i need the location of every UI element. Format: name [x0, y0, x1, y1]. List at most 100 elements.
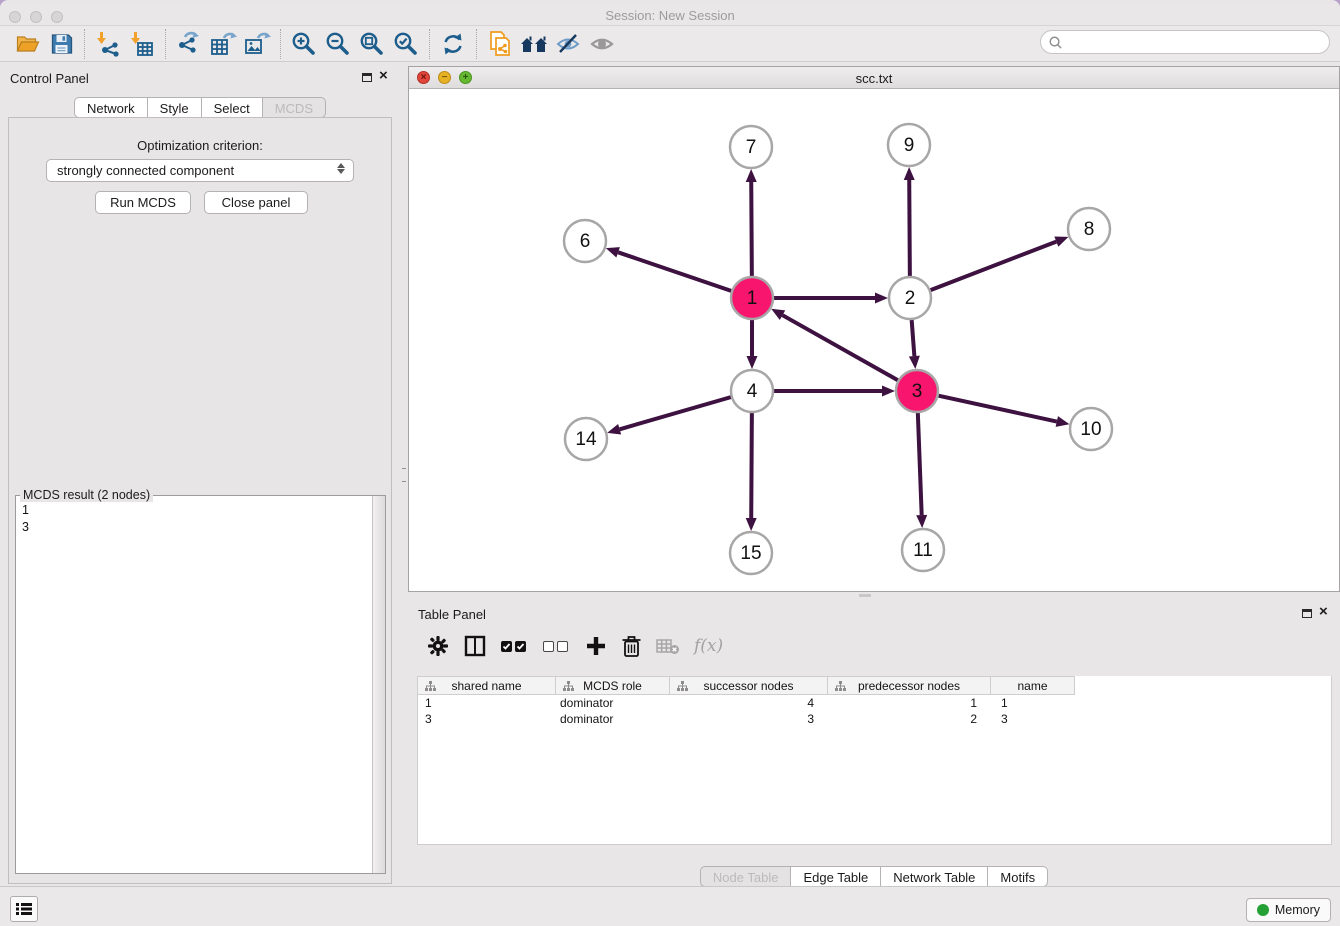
- optimization-label: Optimization criterion:: [9, 138, 391, 153]
- zoom-in-icon[interactable]: [287, 29, 321, 59]
- column-header-MCDS-role[interactable]: MCDS role: [556, 676, 670, 695]
- export-image-icon[interactable]: [240, 29, 274, 59]
- column-label: shared name: [451, 679, 521, 693]
- import-table-icon[interactable]: [125, 29, 159, 59]
- node-label-10: 10: [1080, 419, 1101, 440]
- dropdown-arrows-icon: [337, 163, 345, 174]
- tab-node-table[interactable]: Node Table: [700, 866, 792, 887]
- zoom-out-icon[interactable]: [321, 29, 355, 59]
- mcds-result-text[interactable]: 1 3: [16, 498, 371, 873]
- trash-icon[interactable]: [621, 631, 642, 661]
- memory-button[interactable]: Memory: [1246, 898, 1331, 922]
- edge-3-11[interactable]: [918, 413, 922, 515]
- column-header-successor-nodes[interactable]: successor nodes: [670, 676, 828, 695]
- open-folder-icon[interactable]: [10, 29, 44, 59]
- search-input[interactable]: [1063, 33, 1329, 51]
- houses-icon[interactable]: [517, 29, 551, 59]
- deselect-all-icon[interactable]: [543, 631, 571, 661]
- table-panel-header: Table Panel ×: [408, 598, 1340, 628]
- edge-4-14[interactable]: [620, 397, 731, 429]
- tab-style[interactable]: Style: [148, 97, 202, 118]
- node-label-14: 14: [575, 429, 597, 450]
- edge-arrowhead: [746, 169, 757, 182]
- control-panel-tabs: NetworkStyleSelectMCDS: [0, 97, 400, 118]
- column-label: MCDS role: [583, 679, 642, 693]
- tab-mcds[interactable]: MCDS: [263, 97, 326, 118]
- save-icon[interactable]: [44, 29, 78, 59]
- edge-2-9[interactable]: [909, 180, 910, 276]
- edge-arrowhead: [909, 356, 920, 369]
- close-panel-button[interactable]: Close panel: [204, 191, 308, 214]
- edge-1-7[interactable]: [751, 182, 752, 276]
- node-label-15: 15: [740, 543, 761, 564]
- export-table-icon[interactable]: [206, 29, 240, 59]
- table-row[interactable]: 1dominator411: [417, 695, 1332, 711]
- table-cell: 3: [670, 711, 828, 727]
- edge-arrowhead: [904, 167, 915, 180]
- table-row[interactable]: 3dominator323: [417, 711, 1332, 727]
- hierarchy-icon: [563, 681, 574, 692]
- edge-3-10[interactable]: [938, 396, 1056, 422]
- network-window-titlebar: × − + scc.txt: [409, 67, 1339, 89]
- result-scrollbar[interactable]: [372, 496, 385, 873]
- search-field[interactable]: [1040, 30, 1330, 54]
- hierarchy-icon: [425, 681, 436, 692]
- edge-1-6[interactable]: [618, 252, 731, 291]
- delete-table-icon[interactable]: [656, 631, 680, 661]
- window-title: Session: New Session: [0, 8, 1340, 23]
- column-header-name[interactable]: name: [991, 676, 1075, 695]
- node-label-11: 11: [913, 540, 933, 561]
- tab-network-table[interactable]: Network Table: [881, 866, 988, 887]
- column-header-shared-name[interactable]: shared name: [417, 676, 556, 695]
- toolbar-separator: [476, 29, 477, 59]
- control-panel-header: Control Panel ×: [0, 62, 400, 92]
- select-all-icon[interactable]: [501, 631, 529, 661]
- table-cell: 1: [991, 695, 1075, 711]
- clone-network-icon[interactable]: [483, 29, 517, 59]
- control-panel: Control Panel × NetworkStyleSelectMCDS O…: [0, 62, 400, 886]
- show-eye-icon[interactable]: [585, 29, 619, 59]
- hierarchy-icon: [677, 681, 688, 692]
- hierarchy-icon: [835, 681, 846, 692]
- zoom-fit-icon[interactable]: [355, 29, 389, 59]
- table-cell: dominator: [556, 695, 670, 711]
- add-column-icon[interactable]: [585, 631, 607, 661]
- tab-network[interactable]: Network: [74, 97, 148, 118]
- optimization-dropdown[interactable]: strongly connected component: [46, 159, 354, 182]
- edge-2-3[interactable]: [912, 320, 915, 356]
- column-label: name: [1017, 679, 1047, 693]
- tab-select[interactable]: Select: [202, 97, 263, 118]
- run-mcds-button[interactable]: Run MCDS: [95, 191, 191, 214]
- task-list-button[interactable]: [10, 896, 38, 922]
- import-network-icon[interactable]: [91, 29, 125, 59]
- float-panel-icon[interactable]: [1302, 609, 1312, 618]
- toolbar-separator: [429, 29, 430, 59]
- refresh-layout-icon[interactable]: [436, 29, 470, 59]
- horizontal-splitter-grip[interactable]: [859, 594, 871, 597]
- close-panel-icon[interactable]: ×: [379, 67, 388, 85]
- tab-motifs[interactable]: Motifs: [988, 866, 1048, 887]
- close-panel-icon[interactable]: ×: [1319, 603, 1328, 621]
- search-icon: [1048, 35, 1063, 50]
- list-icon: [16, 902, 32, 916]
- tab-edge-table[interactable]: Edge Table: [791, 866, 881, 887]
- edge-arrowhead: [1056, 416, 1070, 427]
- edge-3-1[interactable]: [782, 315, 897, 380]
- columns-icon[interactable]: [463, 631, 487, 661]
- edge-4-15[interactable]: [751, 413, 752, 518]
- zoom-selected-icon[interactable]: [389, 29, 423, 59]
- gear-icon[interactable]: [427, 631, 449, 661]
- splitter-grip[interactable]: [402, 468, 406, 482]
- network-graph-canvas[interactable]: 1234678910111415: [409, 89, 1339, 591]
- network-view-window: × − + scc.txt 1234678910111415: [408, 66, 1340, 592]
- column-header-predecessor-nodes[interactable]: predecessor nodes: [828, 676, 991, 695]
- float-panel-icon[interactable]: [362, 73, 372, 82]
- export-network-icon[interactable]: [172, 29, 206, 59]
- hide-eye-icon[interactable]: [551, 29, 585, 59]
- vertical-splitter[interactable]: [400, 62, 408, 886]
- edge-arrowhead: [1054, 236, 1068, 246]
- node-label-3: 3: [912, 381, 923, 402]
- edge-2-8[interactable]: [931, 242, 1057, 290]
- node-label-4: 4: [747, 381, 758, 402]
- function-icon[interactable]: f(x): [694, 631, 723, 661]
